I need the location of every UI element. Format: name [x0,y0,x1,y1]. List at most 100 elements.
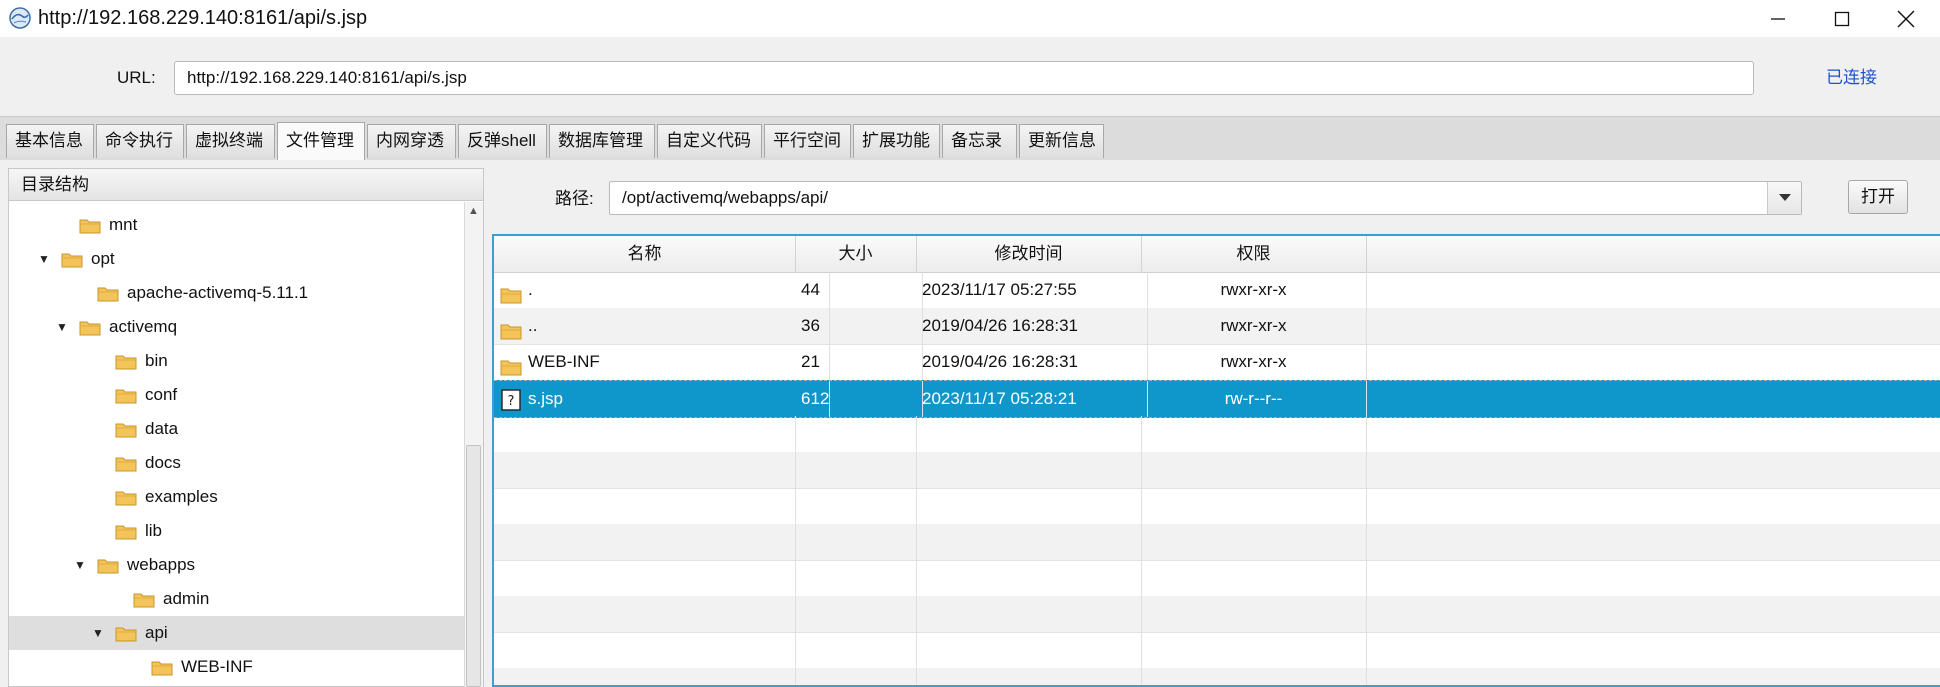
minimize-button[interactable] [1746,0,1810,37]
cell-perm: rw-r--r-- [1141,381,1367,417]
path-dropdown-button[interactable] [1767,182,1801,214]
tree-item[interactable]: examples [9,480,464,514]
column-header-permission[interactable]: 权限 [1141,236,1367,272]
table-cell [494,524,796,560]
table-cell [1366,381,1940,417]
minimize-icon [1771,17,1785,20]
folder-icon [151,659,173,676]
tree-item[interactable]: ▼ webapps [9,548,464,582]
tree-scrollbar-thumb[interactable] [466,445,481,687]
cell-perm: rwxr-xr-x [1141,272,1367,308]
tree-item[interactable]: conf [9,378,464,412]
folder-icon [500,353,522,376]
tab-2[interactable]: 虚拟终端 [186,124,275,158]
table-cell [1366,416,1940,452]
expand-toggle-icon[interactable]: ▼ [35,252,53,266]
table-cell [916,452,1142,488]
scroll-up-icon[interactable]: ▲ [466,204,481,218]
column-header-name[interactable]: 名称 [494,236,796,272]
tree-item[interactable]: bin [9,344,464,378]
cell-size: 21 [795,344,923,380]
table-row[interactable]: . 44 2023/11/17 05:27:55 rwxr-xr-x [494,272,1940,309]
expand-toggle-icon[interactable]: ▼ [53,320,71,334]
tab-7[interactable]: 自定义代码 [657,124,762,158]
tree-item[interactable]: ▼ activemq [9,310,464,344]
tab-3[interactable]: 文件管理 [277,122,365,160]
table-cell [1366,668,1940,685]
tree-item-label: admin [163,589,210,608]
table-cell [1141,596,1367,632]
table-cell [916,488,1142,524]
open-button[interactable]: 打开 [1848,180,1908,214]
tab-9[interactable]: 扩展功能 [853,124,940,158]
tree-item[interactable]: mnt [9,208,464,242]
folder-icon [115,625,137,642]
tree-item-label: bin [145,351,168,370]
tree-item-label: api [145,623,168,642]
tree-item[interactable]: ▼ opt [9,242,464,276]
url-input[interactable]: http://192.168.229.140:8161/api/s.jsp [174,61,1754,95]
tab-10[interactable]: 备忘录 [942,124,1017,158]
table-cell [795,452,917,488]
tree-item[interactable]: data [9,412,464,446]
file-name: s.jsp [528,389,563,408]
folder-icon [500,281,522,304]
tree-item-label: activemq [109,317,178,336]
tab-1[interactable]: 命令执行 [96,124,184,158]
directory-tree: mnt ▼ opt apache-activemq-5.11.1 ▼ activemq bi… [9,208,464,687]
tree-item[interactable]: ▼ api [9,616,464,650]
table-cell [916,560,1142,596]
close-button[interactable] [1874,0,1938,37]
table-cell [1141,632,1367,668]
table-cell [795,560,917,596]
table-cell [795,668,917,685]
tab-4[interactable]: 内网穿透 [367,124,456,158]
file-table: 名称 大小 修改时间 权限 . 44 2023/11/17 05:27:55 rwxr… [492,234,1940,687]
cell-perm: rwxr-xr-x [1141,308,1367,344]
column-header-mtime[interactable]: 修改时间 [916,236,1142,272]
empty-table-row [494,632,1940,669]
table-cell [494,452,796,488]
table-cell [1141,524,1367,560]
folder-icon [115,523,137,540]
tree-item[interactable]: docs [9,446,464,480]
unknown-file-icon: ? [500,388,522,411]
tree-item-label: conf [145,385,178,404]
url-label: URL: [117,68,156,87]
tab-6[interactable]: 数据库管理 [549,124,655,158]
cell-mtime: 2019/04/26 16:28:31 [916,308,1148,344]
table-cell [1366,596,1940,632]
expand-toggle-icon[interactable]: ▼ [71,558,89,572]
tab-5[interactable]: 反弹shell [458,124,547,158]
cell-name: WEB-INF [494,344,830,380]
tree-item[interactable]: WEB-INF [9,650,464,684]
folder-icon [115,387,137,404]
folder-icon [61,251,83,268]
empty-table-row [494,488,1940,525]
maximize-button[interactable] [1810,0,1874,37]
tree-item-label: data [145,419,179,438]
table-cell [1141,560,1367,596]
tree-item-label: WEB-INF [181,657,253,676]
table-cell [494,416,796,452]
tab-0[interactable]: 基本信息 [6,124,94,158]
expand-toggle-icon[interactable]: ▼ [89,626,107,640]
table-row[interactable]: ? s.jsp 612 2023/11/17 05:28:21 rw-r--r-- [494,380,1940,418]
tab-8[interactable]: 平行空间 [764,124,851,158]
chevron-down-icon [1778,194,1791,201]
table-row[interactable]: WEB-INF 21 2019/04/26 16:28:31 rwxr-xr-x [494,344,1940,381]
path-combobox[interactable]: /opt/activemq/webapps/api/ [609,181,1802,215]
folder-icon [79,217,101,234]
folder-icon [97,285,119,302]
tab-11[interactable]: 更新信息 [1019,124,1104,158]
tree-item[interactable]: apache-activemq-5.11.1 [9,276,464,310]
cell-mtime: 2019/04/26 16:28:31 [916,344,1148,380]
table-row[interactable]: .. 36 2019/04/26 16:28:31 rwxr-xr-x [494,308,1940,345]
cell-size: 44 [795,272,923,308]
column-header-size[interactable]: 大小 [795,236,917,272]
table-cell [916,668,1142,685]
tree-item-label: examples [145,487,218,506]
tree-item[interactable]: lib [9,514,464,548]
table-cell [916,632,1142,668]
tree-item[interactable]: admin [9,582,464,616]
